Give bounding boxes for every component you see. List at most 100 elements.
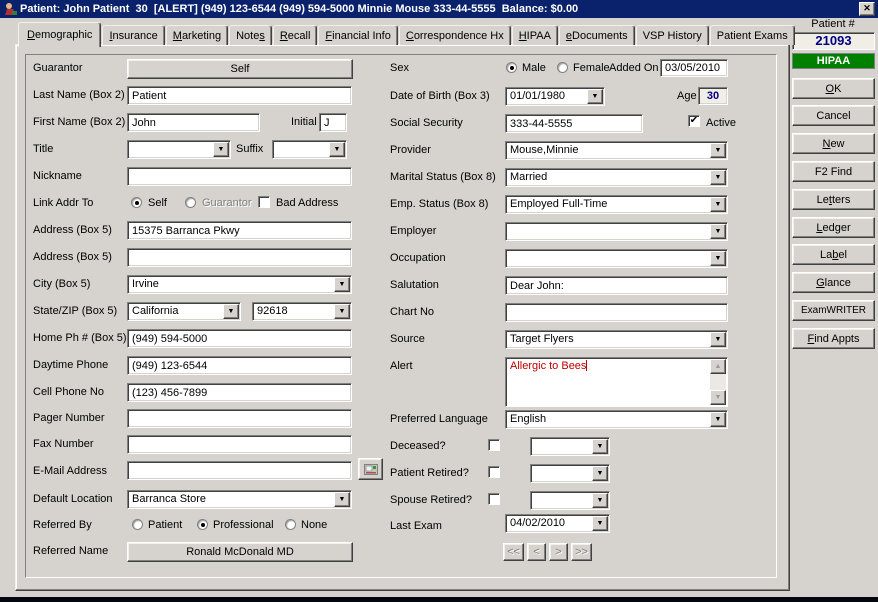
- chevron-down-icon[interactable]: ▼: [592, 516, 608, 531]
- patient-retired-checkbox[interactable]: [488, 466, 500, 478]
- employer-select[interactable]: ▼: [505, 222, 728, 241]
- spouse-retired-checkbox[interactable]: [488, 493, 500, 505]
- chevron-down-icon[interactable]: ▼: [329, 142, 345, 157]
- zip-select[interactable]: 92618 ▼: [252, 302, 352, 321]
- link-self-radio[interactable]: [131, 197, 142, 208]
- tab-vsp-history[interactable]: VSP History: [635, 25, 709, 45]
- chevron-down-icon[interactable]: ▼: [223, 304, 239, 319]
- chevron-down-icon[interactable]: ▼: [710, 224, 726, 239]
- scroll-up-icon[interactable]: ▲: [710, 359, 726, 374]
- tab-financial-info[interactable]: Financial Info: [318, 25, 398, 45]
- tab-correspondence-hx[interactable]: Correspondence Hx: [398, 25, 511, 45]
- alert-scrollbar[interactable]: ▲ ▼: [710, 359, 726, 405]
- first-name-input[interactable]: [127, 113, 260, 132]
- home-phone-input[interactable]: [127, 329, 352, 348]
- dob-select[interactable]: 01/01/1980 ▼: [505, 87, 605, 106]
- ssn-input[interactable]: [505, 114, 643, 133]
- chevron-down-icon[interactable]: ▼: [213, 142, 229, 157]
- default-location-select[interactable]: Barranca Store ▼: [127, 490, 352, 509]
- alert-textarea[interactable]: Allergic to Bees ▲ ▼: [505, 357, 728, 407]
- referred-patient-radio[interactable]: [132, 519, 143, 530]
- tab-marketing[interactable]: Marketing: [165, 25, 229, 45]
- find-appts-button[interactable]: Find Appts: [792, 328, 875, 349]
- nav-last-button[interactable]: >>: [571, 543, 592, 561]
- nav-prev-button[interactable]: <: [527, 543, 546, 561]
- letters-button[interactable]: Letters: [792, 189, 875, 210]
- nickname-input[interactable]: [127, 167, 352, 186]
- chevron-down-icon[interactable]: ▼: [334, 277, 350, 292]
- last-name-input[interactable]: [127, 86, 352, 105]
- fax-input[interactable]: [127, 435, 352, 454]
- cell-phone-label: Cell Phone No: [33, 386, 104, 398]
- examwriter-button[interactable]: ExamWRITER: [792, 300, 875, 321]
- scroll-down-icon[interactable]: ▼: [710, 390, 726, 405]
- emp-status-select[interactable]: Employed Full-Time ▼: [505, 195, 728, 214]
- chevron-down-icon[interactable]: ▼: [592, 439, 608, 454]
- marital-status-select[interactable]: Married ▼: [505, 168, 728, 187]
- last-exam-select[interactable]: 04/02/2010 ▼: [505, 514, 610, 533]
- occupation-select[interactable]: ▼: [505, 249, 728, 268]
- cell-phone-input[interactable]: [127, 383, 352, 402]
- nav-next-button[interactable]: >: [549, 543, 568, 561]
- referred-none-radio[interactable]: [285, 519, 296, 530]
- tab-recall[interactable]: Recall: [272, 25, 318, 45]
- tab-notes[interactable]: Notes: [229, 25, 272, 45]
- suffix-select[interactable]: ▼: [272, 140, 347, 159]
- daytime-phone-input[interactable]: [127, 356, 352, 375]
- chevron-down-icon[interactable]: ▼: [592, 493, 608, 508]
- address2-input[interactable]: [127, 248, 352, 267]
- female-radio[interactable]: [557, 62, 568, 73]
- chevron-down-icon[interactable]: ▼: [710, 170, 726, 185]
- pager-input[interactable]: [127, 409, 352, 428]
- chevron-down-icon[interactable]: ▼: [710, 251, 726, 266]
- f2-find-button[interactable]: F2 Find: [792, 161, 875, 182]
- tab-demographic[interactable]: Demographic: [18, 22, 102, 47]
- tab-patient-exams[interactable]: Patient Exams: [709, 25, 795, 45]
- active-checkbox[interactable]: ✔: [688, 115, 700, 127]
- salutation-input[interactable]: [505, 276, 728, 295]
- referred-by-label: Referred By: [33, 519, 92, 531]
- bad-address-checkbox[interactable]: [258, 196, 270, 208]
- state-select[interactable]: California ▼: [127, 302, 241, 321]
- male-radio[interactable]: [506, 62, 517, 73]
- chevron-down-icon[interactable]: ▼: [710, 332, 726, 347]
- deceased-checkbox[interactable]: [488, 439, 500, 451]
- provider-select[interactable]: Mouse,Minnie ▼: [505, 141, 728, 160]
- close-button[interactable]: ✕: [859, 2, 875, 16]
- nav-first-button[interactable]: <<: [503, 543, 524, 561]
- referred-name-button[interactable]: Ronald McDonald MD: [127, 542, 353, 562]
- preferred-language-select[interactable]: English ▼: [505, 410, 728, 429]
- tab-label: Correspondence Hx: [405, 29, 504, 42]
- label-button[interactable]: Label: [792, 244, 875, 265]
- ok-button[interactable]: OK: [792, 78, 875, 99]
- chart-no-input[interactable]: [505, 303, 728, 322]
- patient-retired-date-select[interactable]: ▼: [530, 464, 610, 483]
- new-button[interactable]: New: [792, 133, 875, 154]
- source-select[interactable]: Target Flyers ▼: [505, 330, 728, 349]
- chevron-down-icon[interactable]: ▼: [587, 89, 603, 104]
- city-select[interactable]: Irvine ▼: [127, 275, 352, 294]
- email-input[interactable]: [127, 461, 352, 480]
- chevron-down-icon[interactable]: ▼: [710, 143, 726, 158]
- initial-input[interactable]: [319, 113, 347, 132]
- tab-edocuments[interactable]: eDocuments: [558, 25, 635, 45]
- guarantor-button[interactable]: Self: [127, 59, 353, 79]
- daytime-phone-label: Daytime Phone: [33, 359, 109, 371]
- chevron-down-icon[interactable]: ▼: [710, 197, 726, 212]
- deceased-date-select[interactable]: ▼: [530, 437, 610, 456]
- send-email-button[interactable]: [358, 458, 383, 480]
- spouse-retired-date-select[interactable]: ▼: [530, 491, 610, 510]
- title-select[interactable]: ▼: [127, 140, 231, 159]
- sex-label: Sex: [390, 62, 409, 74]
- chevron-down-icon[interactable]: ▼: [334, 492, 350, 507]
- tab-insurance[interactable]: Insurance: [102, 25, 165, 45]
- address1-input[interactable]: [127, 221, 352, 240]
- chevron-down-icon[interactable]: ▼: [334, 304, 350, 319]
- tab-hipaa[interactable]: HIPAA: [511, 25, 558, 45]
- glance-button[interactable]: Glance: [792, 272, 875, 293]
- cancel-button[interactable]: Cancel: [792, 105, 875, 126]
- referred-professional-radio[interactable]: [197, 519, 208, 530]
- ledger-button[interactable]: Ledger: [792, 217, 875, 238]
- chevron-down-icon[interactable]: ▼: [592, 466, 608, 481]
- chevron-down-icon[interactable]: ▼: [710, 412, 726, 427]
